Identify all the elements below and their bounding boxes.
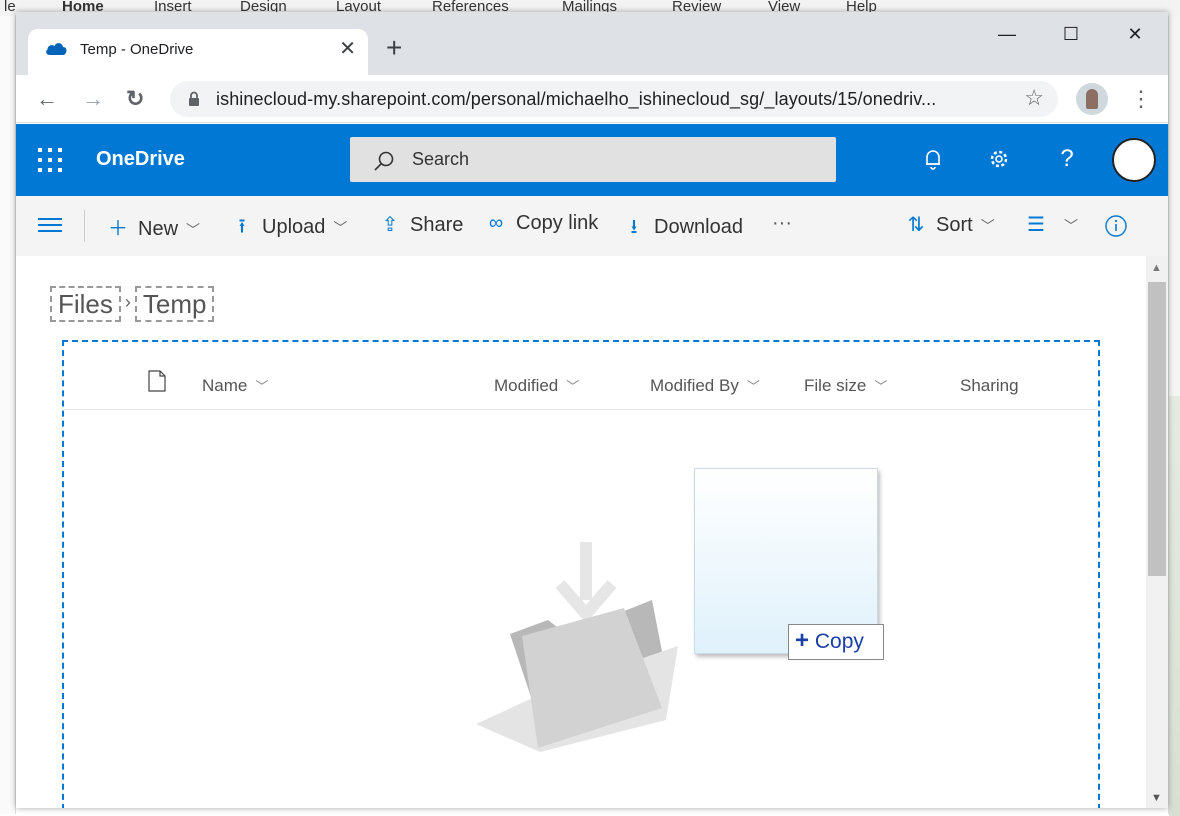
view-lines-icon: ☰ — [1027, 214, 1045, 236]
browser-tab-active[interactable]: Temp - OneDrive ✕ — [28, 29, 368, 75]
column-modified-by[interactable]: Modified By ﹀ — [650, 376, 760, 396]
file-list-header: Name ﹀ Modified ﹀ Modified By ﹀ File size ﹀ … — [64, 342, 1098, 410]
new-button[interactable]: ＋ New ﹀ — [106, 212, 200, 240]
onedrive-brand[interactable]: OneDrive — [96, 148, 185, 171]
share-label: Share — [410, 214, 464, 236]
empty-folder-drop-illustration — [476, 542, 678, 752]
onedrive-cloud-icon — [46, 43, 67, 55]
info-icon[interactable] — [1104, 214, 1128, 238]
chevron-down-icon: ﹀ — [333, 220, 348, 236]
column-modified[interactable]: Modified ﹀ — [494, 376, 579, 396]
column-modified-by-label: Modified By — [650, 376, 739, 395]
reload-button[interactable]: ↻ — [126, 85, 144, 113]
sort-icon: ⇅ — [907, 214, 925, 236]
copy-drag-tooltip: + Copy — [788, 624, 884, 660]
command-bar: ＋ New ﹀ ⭱ Upload ﹀ ⇪ Share ∞ Copy link ⭳ Downlo… — [16, 196, 1168, 256]
onedrive-suite-header: OneDrive Search ? — [16, 124, 1168, 196]
chevron-down-icon: ﹀ — [566, 379, 580, 394]
background-word-left-edge — [0, 16, 16, 814]
breadcrumb-separator-icon: › — [124, 292, 131, 312]
maximize-button[interactable]: ☐ — [1056, 22, 1086, 46]
plus-icon: + — [795, 627, 810, 654]
column-name-label: Name — [202, 376, 248, 395]
share-button[interactable]: ⇪ Share — [378, 212, 464, 240]
column-name[interactable]: Name ﹀ — [202, 376, 268, 396]
search-placeholder: Search — [412, 149, 470, 169]
breadcrumb: Files › Temp — [50, 286, 215, 322]
scroll-down-arrow-icon[interactable]: ▼ — [1151, 792, 1162, 804]
chevron-down-icon: ﹀ — [1064, 218, 1078, 234]
column-file-size-label: File size — [804, 376, 867, 395]
chevron-down-icon: ﹀ — [980, 218, 995, 234]
chevron-down-icon: ﹀ — [746, 379, 760, 394]
chevron-down-icon: ﹀ — [874, 379, 888, 394]
chevron-down-icon: ﹀ — [255, 379, 269, 394]
breadcrumb-item-temp[interactable]: Temp — [134, 286, 215, 322]
upload-label: Upload — [262, 216, 326, 238]
back-button[interactable]: ← — [36, 85, 58, 113]
file-type-icon — [148, 370, 166, 392]
link-icon: ∞ — [488, 212, 504, 234]
share-icon: ⇪ — [381, 214, 399, 236]
sort-button[interactable]: ⇅ Sort ﹀ — [904, 212, 995, 240]
download-button[interactable]: ⭳ Download — [622, 212, 743, 240]
tab-strip: Temp - OneDrive ✕ + — ☐ ✕ — [16, 12, 1168, 75]
tab-title: Temp - OneDrive — [80, 41, 194, 58]
help-icon[interactable]: ? — [1052, 144, 1082, 174]
copy-tooltip-label: Copy — [814, 630, 864, 653]
forward-button[interactable]: → — [82, 85, 104, 113]
column-sharing-label: Sharing — [960, 376, 1019, 395]
breadcrumb-item-files[interactable]: Files — [50, 286, 121, 322]
url-text: ishinecloud-my.sharepoint.com/personal/m… — [216, 89, 937, 109]
ribbon-tab: le — [4, 0, 16, 15]
search-input[interactable]: Search — [350, 137, 836, 182]
upload-arrow-icon: ⭱ — [238, 216, 246, 238]
more-commands-button[interactable]: ··· — [772, 212, 792, 240]
search-icon — [374, 151, 394, 171]
copy-link-button[interactable]: ∞ Copy link — [484, 212, 598, 240]
vertical-scrollbar[interactable]: ▲ ▼ — [1146, 256, 1168, 808]
browser-menu-icon[interactable]: ⋮ — [1130, 85, 1152, 113]
tab-close-icon[interactable]: ✕ — [339, 37, 356, 61]
scroll-up-arrow-icon[interactable]: ▲ — [1151, 262, 1162, 274]
notifications-bell-icon[interactable] — [918, 144, 948, 174]
nav-menu-icon[interactable] — [38, 216, 62, 234]
column-modified-label: Modified — [494, 376, 559, 395]
account-avatar[interactable] — [1112, 138, 1156, 182]
view-options-button[interactable]: ☰ ﹀ — [1024, 212, 1078, 240]
download-label: Download — [654, 216, 743, 238]
address-bar[interactable]: ishinecloud-my.sharepoint.com/personal/m… — [170, 81, 1058, 117]
app-launcher-icon[interactable] — [36, 146, 64, 174]
profile-avatar[interactable] — [1076, 83, 1108, 115]
download-arrow-icon: ⭳ — [630, 216, 638, 238]
column-sharing[interactable]: Sharing — [960, 376, 1019, 396]
lock-icon — [189, 91, 199, 106]
main-content: Files › Temp Name ﹀ Modified ﹀ Modified By ﹀ … — [16, 256, 1146, 808]
column-file-size[interactable]: File size ﹀ — [804, 376, 887, 396]
sort-label: Sort — [936, 214, 973, 236]
chevron-down-icon: ﹀ — [186, 222, 201, 238]
new-label: New — [138, 218, 179, 240]
settings-gear-icon[interactable] — [984, 144, 1014, 174]
minimize-button[interactable]: — — [992, 22, 1022, 46]
scrollbar-thumb[interactable] — [1148, 282, 1166, 576]
bookmark-star-icon[interactable]: ☆ — [1024, 85, 1044, 111]
upload-button[interactable]: ⭱ Upload ﹀ — [230, 212, 348, 240]
plus-icon: ＋ — [108, 218, 128, 240]
copy-link-label: Copy link — [516, 212, 599, 234]
drop-target-zone[interactable]: Name ﹀ Modified ﹀ Modified By ﹀ File size ﹀ … — [62, 340, 1100, 808]
background-word-right-edge — [1168, 16, 1180, 816]
close-window-button[interactable]: ✕ — [1120, 22, 1150, 46]
command-separator — [84, 210, 85, 242]
browser-toolbar: ← → ↻ ishinecloud-my.sharepoint.com/pers… — [16, 75, 1168, 123]
browser-window: Temp - OneDrive ✕ + — ☐ ✕ ← → ↻ ishinecl… — [16, 12, 1168, 808]
new-tab-button[interactable]: + — [386, 34, 402, 62]
